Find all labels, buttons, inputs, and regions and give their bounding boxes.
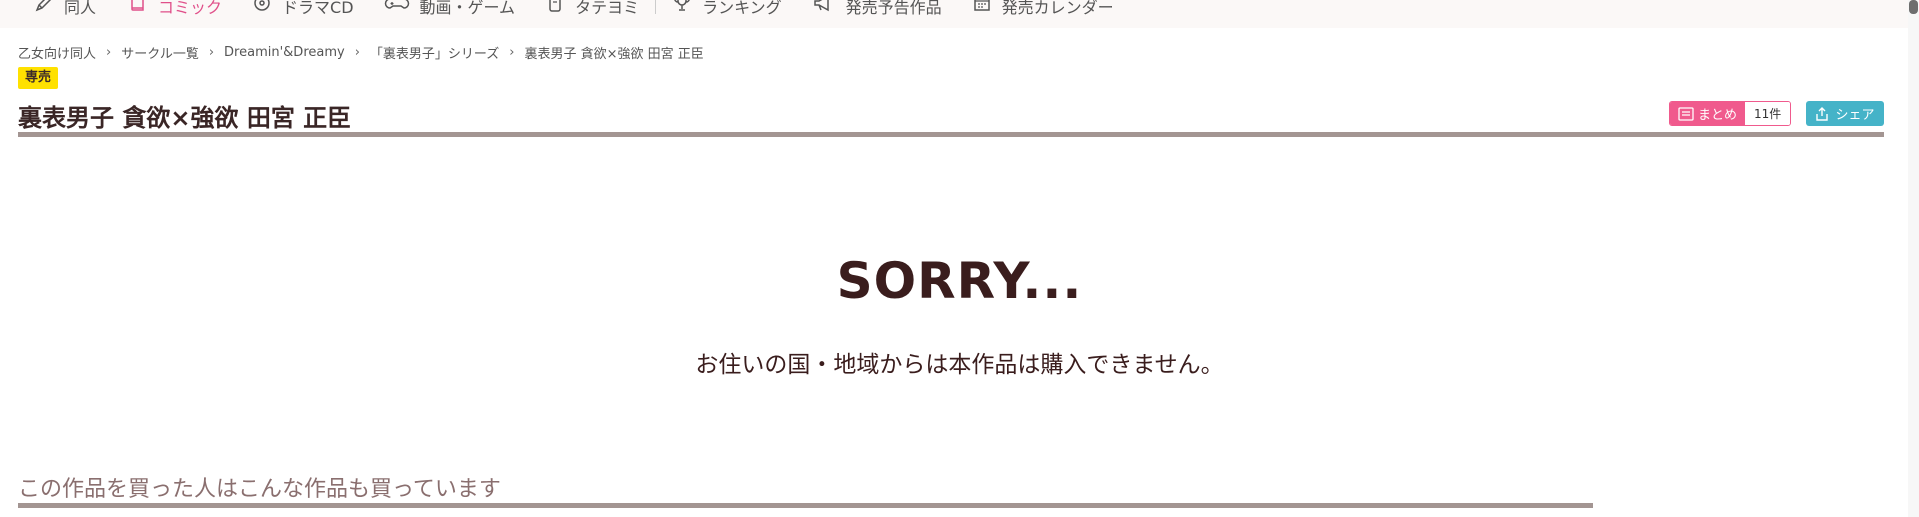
share-icon [1816, 106, 1829, 121]
gamepad-icon [384, 0, 409, 9]
chevron-right-icon: › [208, 45, 215, 60]
scrollbar-thumb[interactable] [1909, 0, 1918, 14]
matome-count: 11件 [1745, 102, 1791, 125]
pen-icon [35, 0, 52, 12]
recommendations-heading: この作品を買った人はこんな作品も買っています [18, 477, 501, 502]
sorry-heading: SORRY... [836, 252, 1083, 310]
breadcrumb-circle[interactable]: Dreamin'&Dreamy [224, 45, 345, 60]
nav-label: 発売予告作品 [845, 0, 942, 17]
nav-item-tateyomi[interactable]: タテヨミ [545, 0, 639, 17]
nav-item-calendar[interactable]: 発売カレンダー [972, 0, 1114, 17]
chevron-right-icon: › [106, 45, 112, 60]
chevron-right-icon: › [354, 45, 360, 60]
nav-label: 動画・ゲーム [419, 0, 516, 17]
recommendations-divider [18, 503, 1593, 508]
calendar-icon [973, 0, 990, 11]
breadcrumb-series[interactable]: 「裏表男子」シリーズ [370, 43, 499, 62]
nav-item-video-game[interactable]: 動画・ゲーム [384, 0, 515, 17]
matome-label-box: まとめ [1670, 102, 1746, 125]
matome-button[interactable]: まとめ 11件 [1669, 101, 1792, 126]
nav-item-dramacd[interactable]: ドラマCD [252, 0, 354, 17]
chevron-right-icon: › [509, 45, 515, 60]
exclusive-badge: 専売 [18, 67, 59, 89]
matome-label: まとめ [1698, 108, 1738, 123]
nav-label: コミック [158, 0, 223, 17]
region-restriction-message: お住いの国・地域からは本作品は購入できません。 [695, 352, 1224, 378]
share-label: シェア [1835, 108, 1875, 123]
title-divider [18, 132, 1884, 137]
trophy-icon [674, 0, 690, 11]
nav-label: ランキング [702, 0, 782, 17]
nav-label: ドラマCD [282, 0, 354, 17]
share-button[interactable]: シェア [1806, 101, 1884, 126]
nav-item-comic[interactable]: コミック [128, 0, 222, 17]
page-title: 裏表男子 貪欲×強欲 田宮 正臣 [18, 104, 352, 132]
phone-icon [549, 0, 561, 12]
top-nav: 同人 コミック ドラマCD 動画・ゲーム タテヨミ ランキング 発売予告作品 発… [0, 0, 1908, 28]
cd-icon [254, 0, 270, 11]
breadcrumb-otome-doujin[interactable]: 乙女向け同人 [18, 43, 96, 62]
breadcrumb: 乙女向け同人 › サークル一覧 › Dreamin'&Dreamy › 「裏表男… [18, 43, 704, 62]
nav-item-ranking[interactable]: ランキング [672, 0, 782, 17]
nav-divider [655, 0, 657, 14]
nav-label: 同人 [64, 0, 97, 17]
nav-label: 発売カレンダー [1001, 0, 1114, 17]
breadcrumb-current: 裏表男子 貪欲×強欲 田宮 正臣 [524, 47, 704, 62]
breadcrumb-circle-list[interactable]: サークル一覧 [121, 43, 199, 62]
megaphone-icon [813, 0, 829, 12]
notebook-icon [1678, 106, 1694, 121]
nav-item-upcoming[interactable]: 発売予告作品 [812, 0, 942, 17]
nav-item-doujin[interactable]: 同人 [34, 0, 96, 17]
nav-label: タテヨミ [575, 0, 640, 17]
book-icon [131, 0, 144, 11]
